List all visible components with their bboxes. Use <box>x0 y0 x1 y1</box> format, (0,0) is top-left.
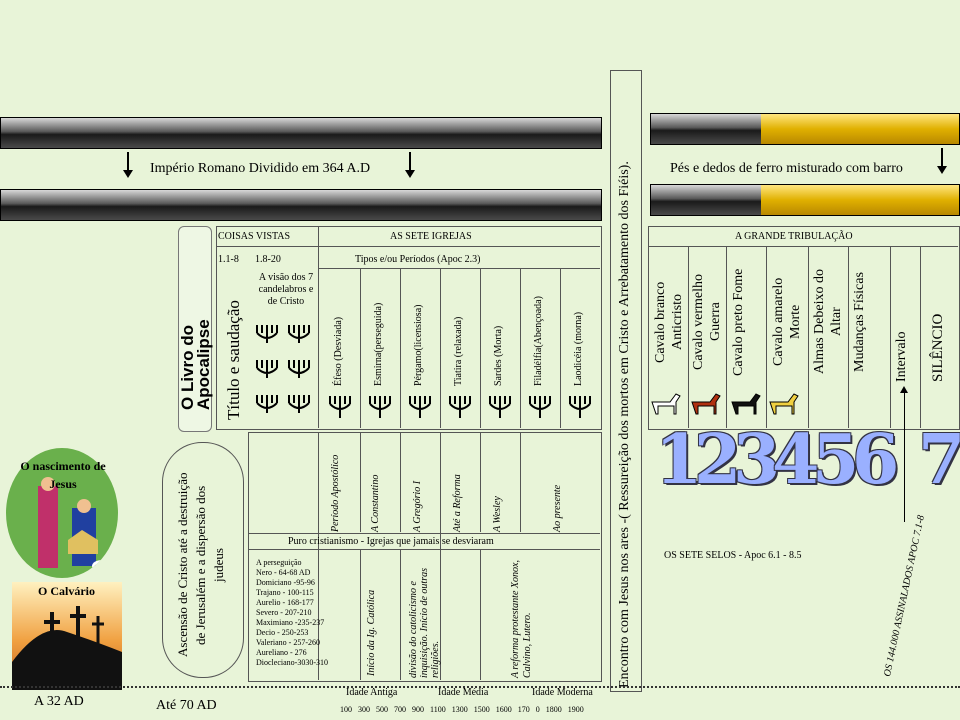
age-ancient: Idade Antiga <box>346 687 398 698</box>
seal-number-6: 6 <box>852 420 900 500</box>
horse-icons <box>651 393 799 415</box>
pure-christianity: Puro cristianismo - Igrejas que jamais s… <box>288 536 494 547</box>
church-ephesus: Éfeso (Desviada) <box>333 316 344 386</box>
iron-leg-bar-bottom <box>0 189 602 221</box>
ref-1: 1.1-8 <box>218 254 239 265</box>
seal-3-label: Cavalo preto Fome <box>731 268 746 376</box>
catholic-division: divisão do catolicismo e inquisição. Iní… <box>408 568 441 678</box>
period-wesley: A Wesley <box>492 496 503 532</box>
church-pergamum: Pérgamo(licensiosa) <box>413 304 424 386</box>
arrow-down-icon <box>123 152 133 178</box>
seal-6-label: Mudanças Físicas <box>852 272 867 372</box>
seal-4-label: Cavalo amarelo Morte <box>771 277 803 367</box>
interval-label: Intervalo <box>894 331 909 382</box>
tribulation-header: A GRANDE TRIBULAÇÃO <box>735 231 853 242</box>
year-32: A 32 AD <box>34 694 84 709</box>
calvary-label: O Calvário <box>38 584 95 598</box>
iron-clay-label: Pés e dedos de ferro misturado com barro <box>670 161 903 176</box>
things-seen-header: COISAS VISTAS <box>218 231 291 242</box>
candelabra-icon-group <box>256 325 310 413</box>
church-smyrna: Esmirna(perseguida) <box>373 302 384 386</box>
church-philadelphia: Filadélfia(Abençoada) <box>533 296 544 386</box>
birth-label: O nascimento de Jesus <box>20 459 106 491</box>
types-periods: Tipos e/ou Períodos (Apoc 2.3) <box>355 254 481 265</box>
scroll-title: O Livro do Apocalipse <box>178 319 213 410</box>
arrow-down-icon <box>405 152 415 178</box>
arrow-down-icon <box>937 148 947 174</box>
church-thyatira: Tiatira (relaxada) <box>453 316 464 386</box>
arrow-up-icon <box>900 386 908 522</box>
iron-clay-bar-top <box>650 113 960 145</box>
church-laodicea: Laodicéia (morna) <box>573 311 584 386</box>
church-sardis: Sardes (Morta) <box>493 325 504 386</box>
timeline-years: 100 300 500 700 900 1100 1300 1500 1600 … <box>340 705 584 714</box>
period-present: Ao presente <box>552 484 563 532</box>
resurrection-text: Encontro com Jesus nos ares -( Ressureiç… <box>617 161 632 688</box>
reformation-text: A reforma protestante Xonox, Calvino, Lu… <box>510 560 533 678</box>
candelabra-icon-row <box>329 396 591 418</box>
seal-1-label: Cavalo branco Anticristo <box>653 281 685 363</box>
vision-text: A visão dos 7 candelabros e de Cristo <box>258 272 314 307</box>
sealed-144: OS 144.000 ASSINALADOS APOC 7.1-8 <box>882 514 928 678</box>
silence-label: SILÊNCIO <box>930 313 946 382</box>
age-medieval: Idade Média <box>438 687 489 698</box>
period-constantine: A Constantino <box>370 474 381 532</box>
seal-5-label: Almas Debeixo do Altar <box>812 269 844 375</box>
seal-number-7: 7 <box>918 420 960 500</box>
period-reformation: Até a Reforma <box>452 474 463 532</box>
period-apostolic: Período Apostólico <box>330 454 341 532</box>
catholic-start: Início da Ig. Católica <box>366 589 377 676</box>
persecution-list: A perseguição Nero - 64-68 AD Domiciano -9… <box>256 558 328 667</box>
age-modern: Idade Moderna <box>532 687 593 698</box>
iron-leg-bar-top <box>0 117 602 149</box>
seven-churches-header: AS SETE IGREJAS <box>390 231 472 242</box>
iron-clay-bar-bottom <box>650 184 960 216</box>
ascension-text: Ascensão de Cristo até a destruição de J… <box>175 472 226 658</box>
seal-2-label: Cavalo vermelho Guerra <box>691 273 723 371</box>
roman-empire-label: Império Romano Dividido em 364 A.D <box>150 161 371 176</box>
ref-2: 1.8-20 <box>255 254 281 265</box>
period-gregory: A Gregório I <box>412 480 423 532</box>
year-70: Até 70 AD <box>156 698 217 713</box>
seven-seals-label: OS SETE SELOS - Apoc 6.1 - 8.5 <box>664 550 802 561</box>
